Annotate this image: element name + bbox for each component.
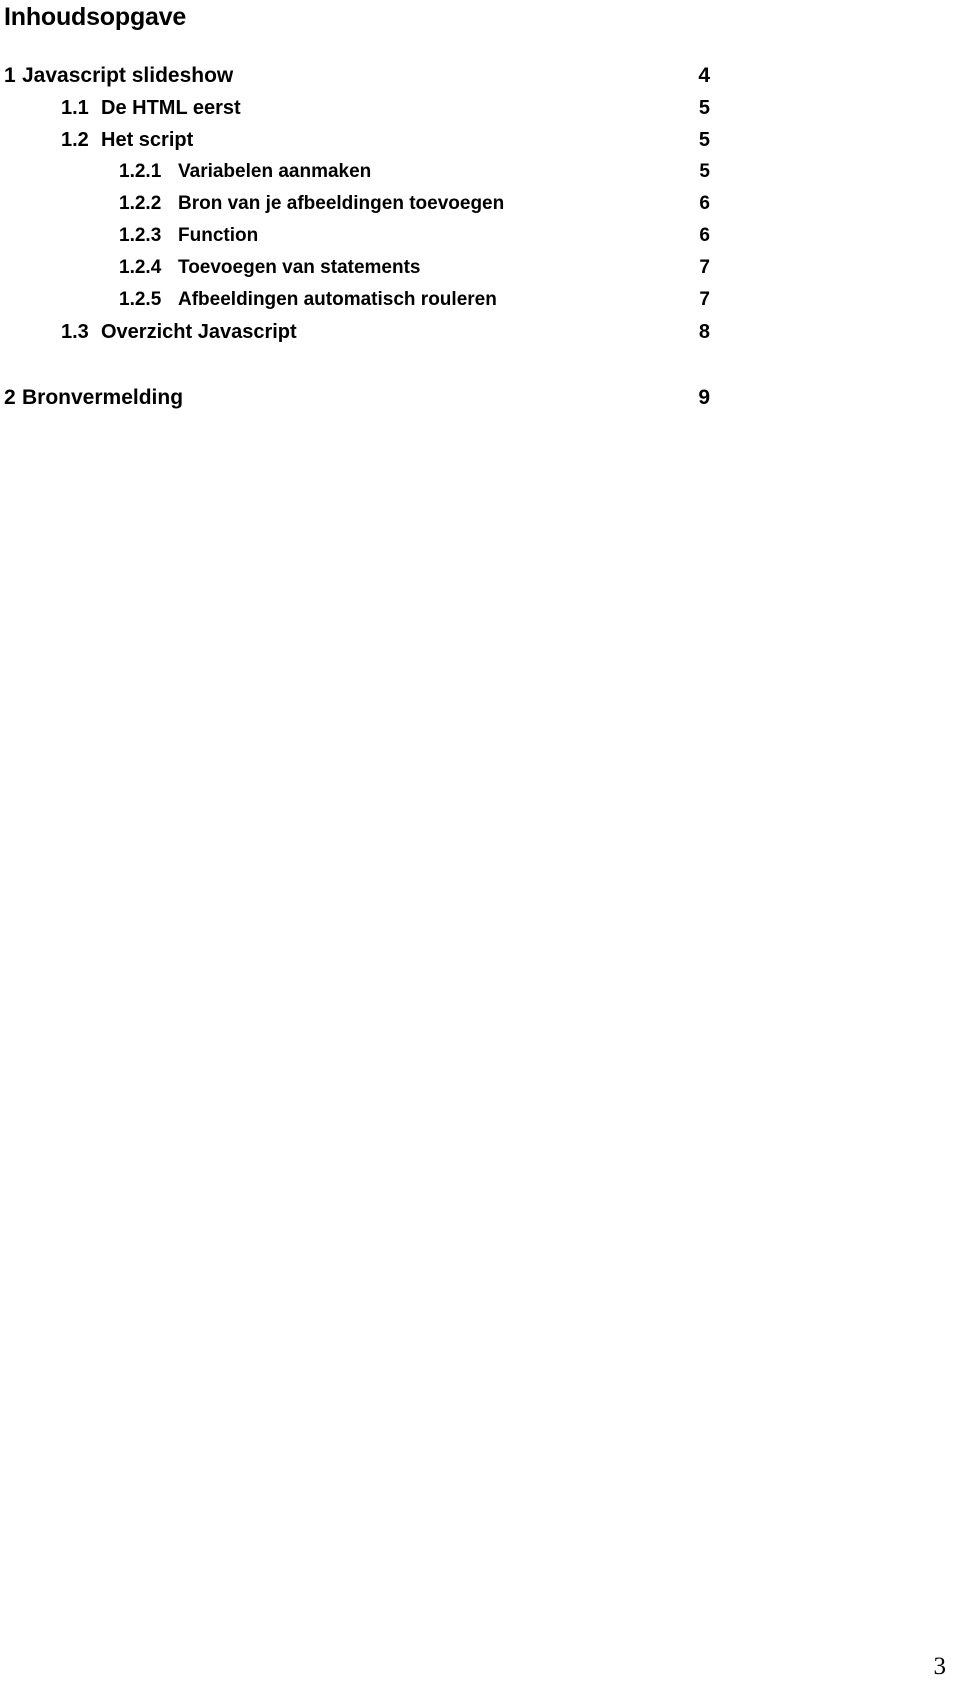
toc-entry[interactable]: 1.2.3 Function 6 [0, 220, 760, 252]
toc-entry[interactable]: 2 Bronvermelding 9 [0, 382, 760, 414]
toc-entry-number: 1.2.5 [119, 289, 162, 310]
toc-entry-number: 1.2.1 [119, 161, 162, 182]
toc-entry[interactable]: 1.2.1 Variabelen aanmaken 5 [0, 156, 760, 188]
toc-entry-page-number: 6 [699, 225, 710, 246]
toc-entry-label: Bron van je afbeeldingen toevoegen [178, 193, 505, 214]
toc-entry-page-number: 5 [698, 129, 710, 151]
toc-entry-number: 1.3 [61, 321, 89, 343]
toc-entry-page-number: 8 [698, 321, 710, 343]
page-title: Inhoudsopgave [4, 3, 187, 31]
toc-entry-label: Function [178, 225, 259, 246]
toc-entry-number: 1.2.4 [119, 257, 162, 278]
toc-entry[interactable]: 1.3 Overzicht Javascript 8 [0, 316, 760, 348]
toc-entry-label: Overzicht Javascript [101, 321, 297, 343]
toc-entry-page-number: 9 [698, 386, 710, 409]
toc-entry[interactable]: 1.1 De HTML eerst 5 [0, 92, 760, 124]
toc-entry-number: 2 [4, 386, 16, 409]
toc-entry[interactable]: 1 Javascript slideshow 4 [0, 60, 760, 92]
toc-entry-page-number: 7 [699, 257, 710, 278]
toc-entry[interactable]: 1.2.4 Toevoegen van statements 7 [0, 252, 760, 284]
toc-entry-label: Toevoegen van statements [178, 257, 421, 278]
footer-page-number: 3 [933, 1653, 947, 1680]
document-page: Inhoudsopgave 1 Javascript slideshow 4 1.1 D… [0, 0, 960, 1689]
toc-spacer [0, 348, 760, 382]
toc-entry-page-number: 4 [698, 64, 710, 87]
toc-entry-label: Variabelen aanmaken [178, 161, 372, 182]
toc-entry-number: 1.2.2 [119, 193, 162, 214]
toc-entry[interactable]: 1.2 Het script 5 [0, 124, 760, 156]
toc-entry-page-number: 7 [699, 289, 710, 310]
toc-entry-label: Afbeeldingen automatisch rouleren [178, 289, 497, 310]
toc-entry[interactable]: 1.2.2 Bron van je afbeeldingen toevoegen 6 [0, 188, 760, 220]
toc-entry-number: 1.2 [61, 129, 89, 151]
toc-entry-number: 1 [4, 64, 16, 87]
toc-entry-number: 1.2.3 [119, 225, 162, 246]
toc-entry-label: Javascript slideshow [22, 64, 234, 87]
toc-entry-label: Het script [101, 129, 194, 151]
toc-entry-page-number: 6 [699, 193, 710, 214]
toc-entry[interactable]: 1.2.5 Afbeeldingen automatisch rouleren 7 [0, 284, 760, 316]
toc-entry-page-number: 5 [699, 161, 710, 182]
toc-entry-number: 1.1 [61, 97, 89, 119]
toc-entry-label: Bronvermelding [22, 386, 184, 409]
toc-entry-page-number: 5 [698, 97, 710, 119]
table-of-contents: 1 Javascript slideshow 4 1.1 De HTML eerst 5 1… [0, 60, 760, 414]
toc-entry-label: De HTML eerst [101, 97, 241, 119]
